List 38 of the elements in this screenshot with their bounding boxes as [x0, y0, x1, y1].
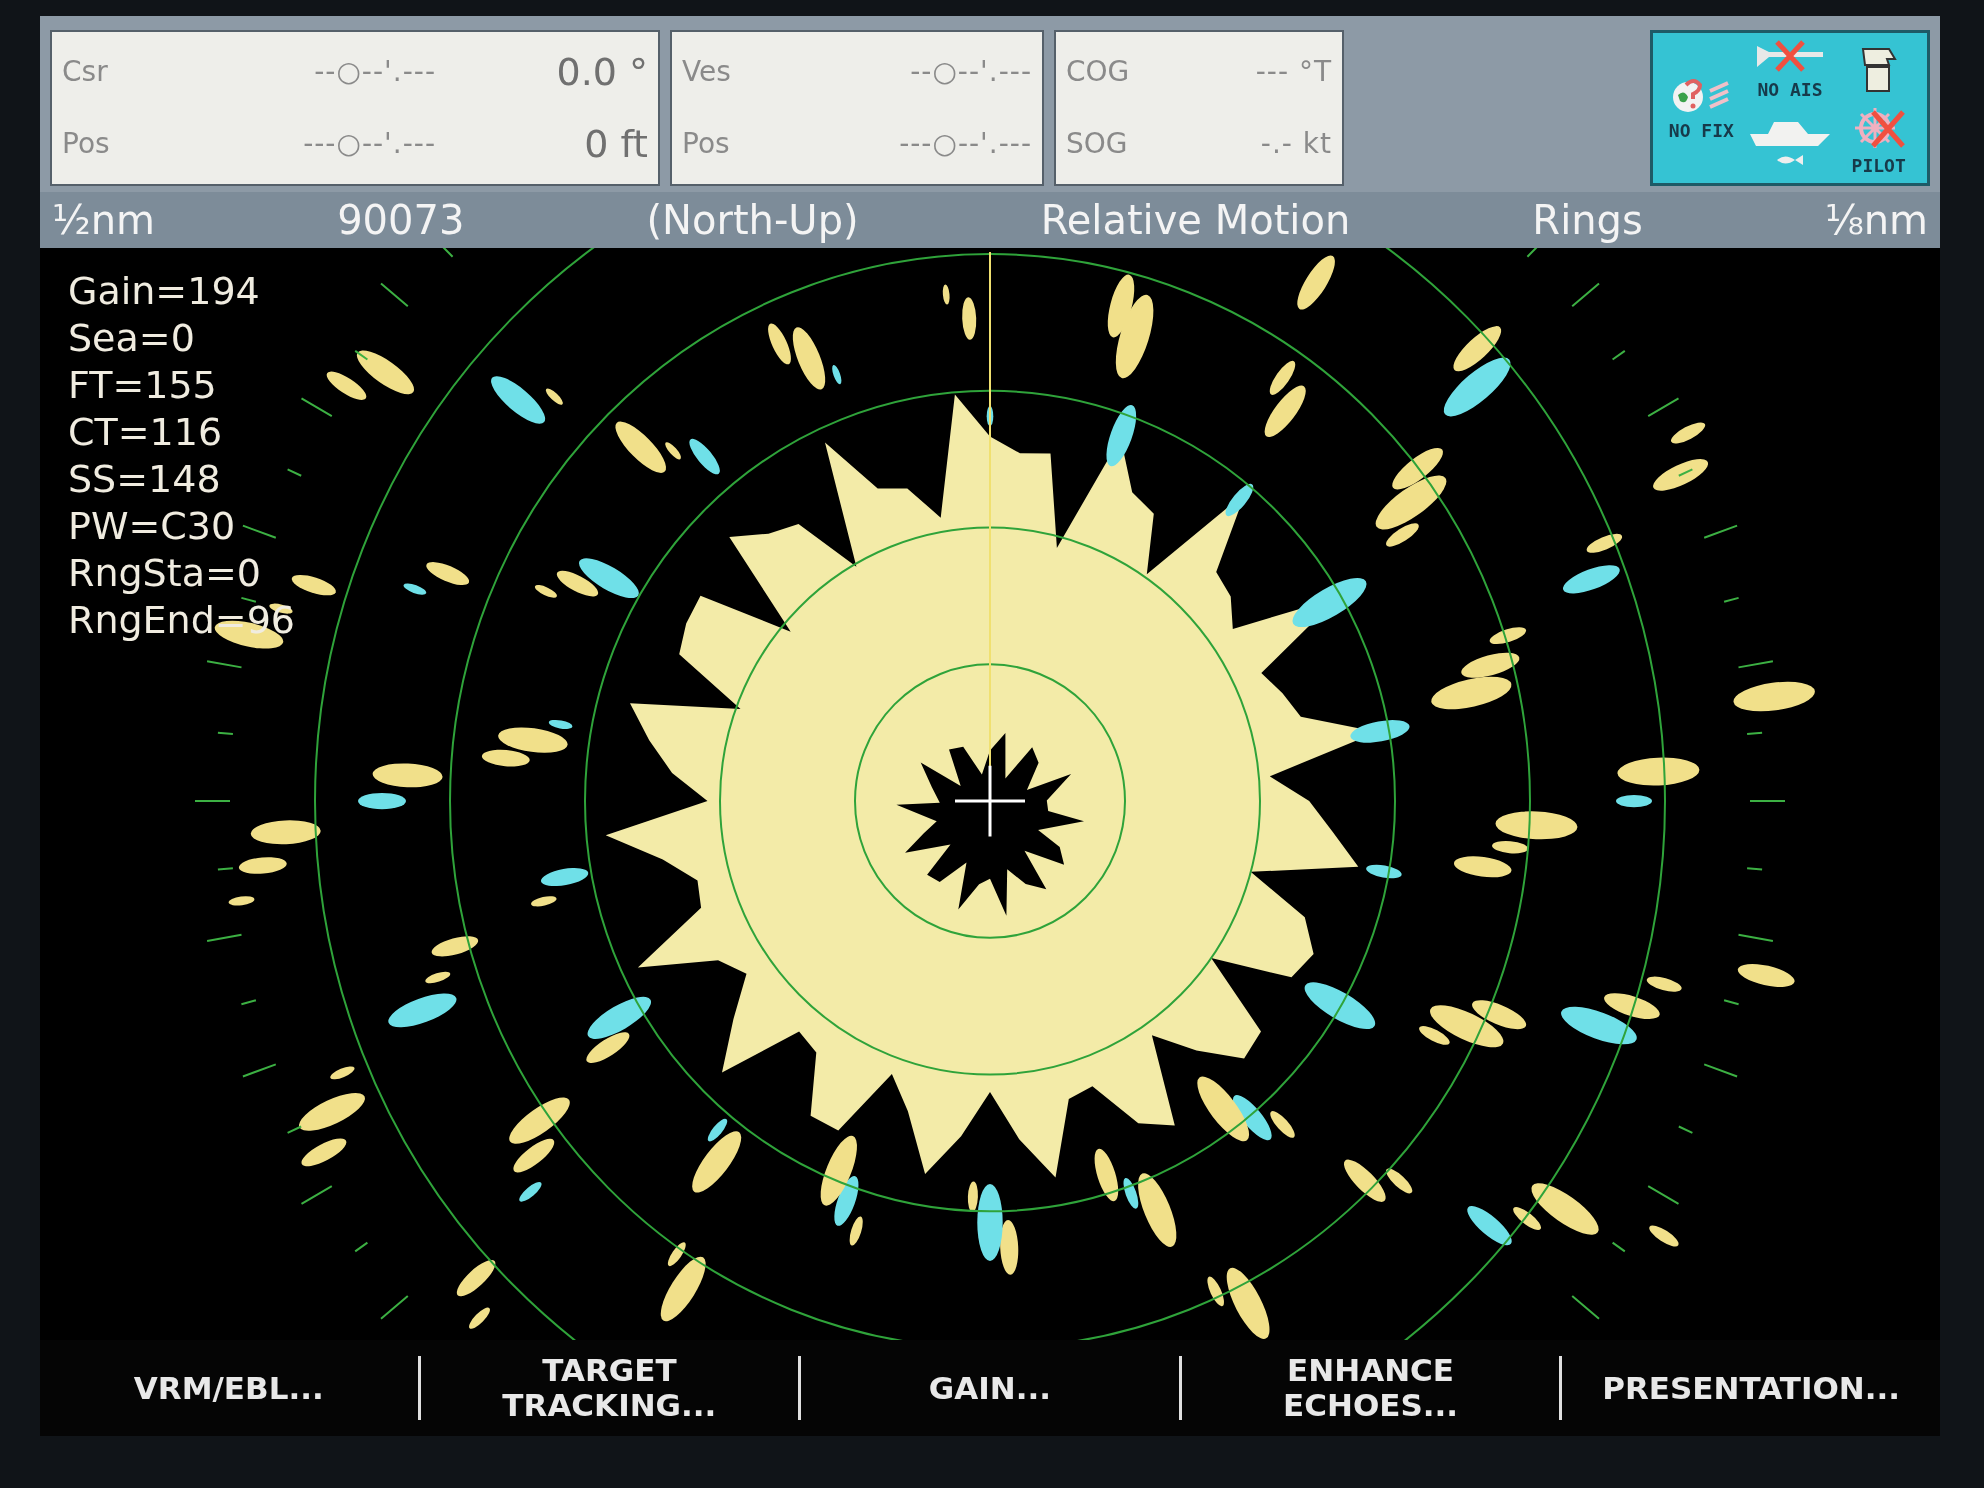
status-label: NO AIS — [1757, 78, 1823, 102]
motion-mode: Relative Motion — [1040, 196, 1351, 245]
readout-coordinate: ---○--'.--- — [302, 126, 436, 162]
readout-label: Pos — [682, 126, 731, 162]
ring-interval: ⅛nm — [1824, 196, 1928, 245]
radar-setting: SS=148 — [68, 456, 222, 503]
orientation-mode: (North-Up) — [646, 196, 859, 245]
own-ship-crosshair-icon — [953, 764, 1027, 839]
softkey[interactable]: TARGET TRACKING... — [420, 1345, 799, 1431]
readout-coordinate: ---○--'.--- — [898, 126, 1032, 162]
readout-coordinate: -.- kt — [1259, 126, 1332, 162]
readout-value: 0 ft — [583, 120, 648, 168]
radar-setting: PW=C30 — [68, 503, 237, 550]
radar-setting: RngSta=0 — [68, 550, 262, 597]
rings-label: Rings — [1532, 196, 1643, 245]
gain-value: 90073 — [337, 196, 465, 245]
fish-icon — [1777, 153, 1803, 166]
readout-label: SOG — [1066, 126, 1129, 162]
softkey[interactable]: VRM/EBL... — [40, 1362, 418, 1414]
readout-label: Csr — [62, 54, 109, 90]
radar-setting: CT=116 — [68, 409, 224, 456]
readout-label: COG — [1066, 54, 1131, 90]
readout-coordinate: --○--'.--- — [909, 54, 1032, 90]
radar-setting: RngEnd=96 — [68, 597, 296, 644]
readout-coordinate: --- °T — [1254, 54, 1332, 90]
status-label: PILOT — [1851, 154, 1906, 178]
softkey[interactable]: PRESENTATION... — [1562, 1362, 1940, 1414]
range-label: ½nm — [52, 196, 156, 245]
readout-label: Ves — [682, 54, 732, 90]
radar-setting: Gain=194 — [68, 268, 261, 315]
softkey[interactable]: GAIN... — [801, 1362, 1179, 1414]
readout-value: 0.0 ° — [555, 48, 648, 96]
softkey[interactable]: ENHANCE ECHOES... — [1181, 1345, 1560, 1431]
radar-setting: Sea=0 — [68, 315, 196, 362]
readout-label: Pos — [62, 126, 111, 162]
radar-setting: FT=155 — [68, 362, 218, 409]
readout-coordinate: --○--'.--- — [313, 54, 436, 90]
status-label: NO FIX — [1668, 118, 1734, 143]
